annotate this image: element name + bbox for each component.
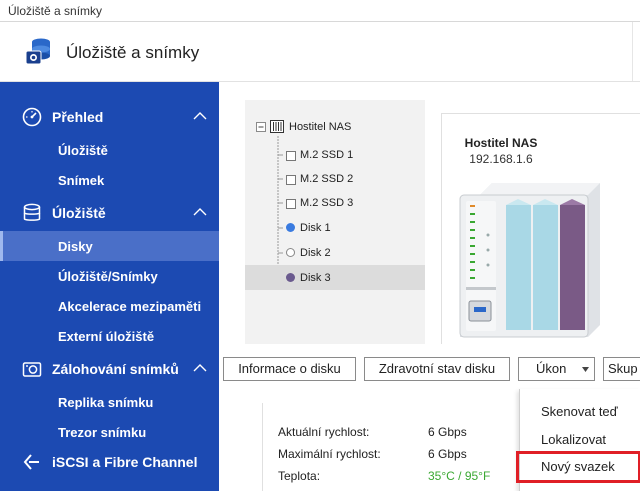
app-header: Úložiště a snímky <box>0 22 640 82</box>
tree-node-label: M.2 SSD 3 <box>300 197 354 209</box>
menu-item-label: Nový svazek <box>541 459 615 474</box>
tree-root-label: Hostitel NAS <box>289 121 352 133</box>
action-dropdown-button[interactable]: Úkon <box>518 357 595 381</box>
tree-node-label: M.2 SSD 2 <box>300 173 354 185</box>
info-label-temperature: Teplota: <box>278 469 321 483</box>
tree-node-m2-ssd-2[interactable]: M.2 SSD 2 <box>245 166 425 191</box>
sidebar-item-label: Disky <box>58 239 93 254</box>
menu-item-scan-now[interactable]: Skenovat teď <box>520 399 640 425</box>
action-button-label: Úkon <box>536 361 567 376</box>
menu-item-label: Skenovat teď <box>541 404 618 419</box>
ssd-slot-icon <box>286 199 296 209</box>
info-value-temperature: 35°C / 95°F <box>428 469 491 483</box>
ssd-slot-icon <box>286 151 296 161</box>
disk-info-button[interactable]: Informace o disku <box>223 357 356 381</box>
tree-node-label: Disk 2 <box>300 247 331 259</box>
sidebar-item-storage-snapshots[interactable]: Úložiště/Snímky <box>0 261 219 291</box>
gauge-icon <box>22 107 42 127</box>
sidebar: Přehled Úložiště Snímek Úložiště Disky Ú… <box>0 82 219 491</box>
group-button-label: Skup <box>608 361 638 376</box>
chevron-up-icon[interactable] <box>193 111 207 121</box>
window-title: Úložiště a snímky <box>8 4 103 18</box>
sidebar-section-snapshot-backup[interactable]: Zálohování snímků <box>0 354 219 384</box>
tree-node-label: Disk 3 <box>300 272 331 284</box>
disk-health-button[interactable]: Zdravotní stav disku <box>364 357 510 381</box>
storage-app-icon <box>25 38 50 65</box>
tree-node-disk-3[interactable]: Disk 3 <box>245 265 425 290</box>
sidebar-section-label: Přehled <box>52 109 104 125</box>
sidebar-item-label: Replika snímku <box>58 395 154 410</box>
sidebar-item-label: Snímek <box>58 173 105 188</box>
action-dropdown-menu: Skenovat teď Lokalizovat Nový svazek <box>516 389 640 491</box>
header-divider <box>632 22 633 81</box>
sidebar-item-label: Trezor snímku <box>58 425 147 440</box>
chevron-up-icon[interactable] <box>193 207 207 217</box>
sidebar-section-storage[interactable]: Úložiště <box>0 198 219 228</box>
sidebar-item-storage-overview[interactable]: Úložiště <box>0 135 219 165</box>
disk-status-dot-icon <box>286 223 295 232</box>
info-value-current-speed: 6 Gbps <box>428 425 467 439</box>
caret-down-icon <box>582 367 589 372</box>
info-label-current-speed: Aktuální rychlost: <box>278 425 370 439</box>
sidebar-section-iscsi[interactable]: iSCSI a Fibre Channel <box>0 447 219 477</box>
sidebar-item-label: Úložiště/Snímky <box>58 269 158 284</box>
chevron-up-icon[interactable] <box>193 363 207 373</box>
nas-server-icon <box>270 120 284 133</box>
tree-node-label: M.2 SSD 1 <box>300 149 354 161</box>
sidebar-section-label: Úložiště <box>52 205 106 221</box>
link-arrows-icon <box>23 454 39 470</box>
database-icon <box>23 203 41 221</box>
device-ip: 192.168.1.6 <box>469 152 533 166</box>
group-button[interactable]: Skup <box>603 357 640 381</box>
tree-node-disk-1[interactable]: Disk 1 <box>245 215 425 240</box>
info-label-max-speed: Maximální rychlost: <box>278 447 381 461</box>
menu-item-new-volume[interactable]: Nový svazek <box>516 451 640 483</box>
tree-node-m2-ssd-3[interactable]: M.2 SSD 3 <box>245 190 425 215</box>
tree-node-disk-2[interactable]: Disk 2 <box>245 240 425 265</box>
collapse-icon[interactable] <box>256 122 266 132</box>
ssd-slot-icon <box>286 175 296 185</box>
disk-status-dot-icon <box>286 248 295 257</box>
tree-node-label: Disk 1 <box>300 222 331 234</box>
info-divider <box>262 403 263 491</box>
sidebar-section-label: iSCSI a Fibre Channel <box>52 454 198 470</box>
sidebar-item-label: Akcelerace mezipaměti <box>58 299 202 314</box>
sidebar-section-label: Zálohování snímků <box>52 361 179 377</box>
sidebar-item-cache-acceleration[interactable]: Akcelerace mezipaměti <box>0 291 219 321</box>
sidebar-section-overview[interactable]: Přehled <box>0 102 219 132</box>
sidebar-item-disks[interactable]: Disky <box>0 231 219 261</box>
nas-device-illustration <box>459 183 600 338</box>
device-name: Hostitel NAS <box>464 136 538 150</box>
sidebar-item-snapshot-vault[interactable]: Trezor snímku <box>0 417 219 447</box>
menu-item-label: Lokalizovat <box>541 432 607 447</box>
sidebar-item-label: Externí úložiště <box>58 329 155 344</box>
sidebar-item-snapshot-overview[interactable]: Snímek <box>0 165 219 195</box>
sidebar-item-snapshot-replica[interactable]: Replika snímku <box>0 387 219 417</box>
app-title: Úložiště a snímky <box>66 43 200 62</box>
info-value-max-speed: 6 Gbps <box>428 447 467 461</box>
sidebar-item-label: Úložiště <box>58 143 108 158</box>
menu-item-locate[interactable]: Lokalizovat <box>520 427 640 453</box>
camera-icon <box>22 362 42 377</box>
sidebar-item-external-storage[interactable]: Externí úložiště <box>0 321 219 351</box>
window-titlebar: Úložiště a snímky <box>0 0 640 22</box>
disk-status-dot-icon <box>286 273 295 282</box>
